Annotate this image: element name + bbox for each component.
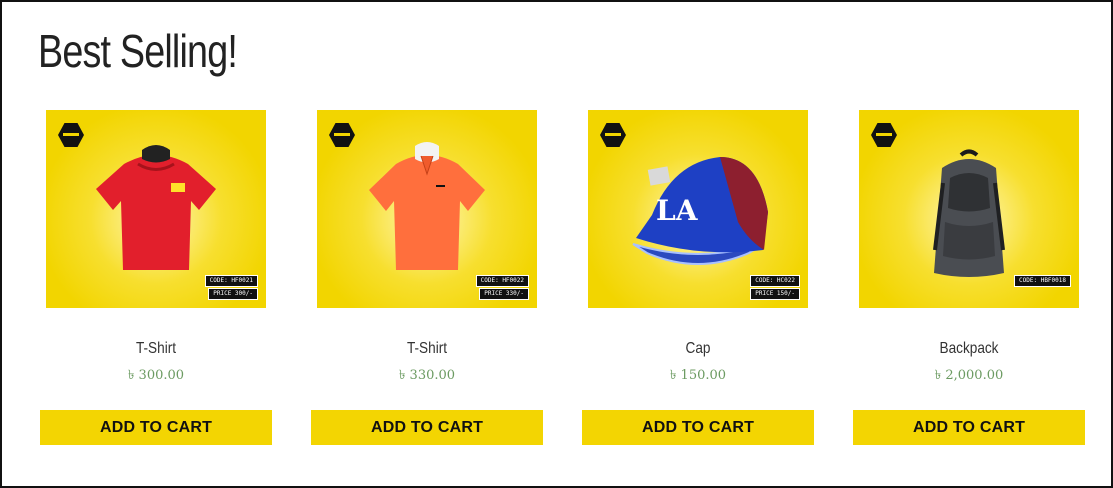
product-image[interactable]: CODE: HF0022 PRICE 330/- [317,110,537,308]
add-to-cart-button[interactable]: ADD TO CART [853,410,1085,445]
product-image[interactable]: CODE: HF0021 PRICE 300/- [46,110,266,308]
price-tag: PRICE 150/- [750,288,800,300]
product-code-tag: CODE: HC022 [750,275,800,287]
product-name[interactable]: T-Shirt [57,340,254,358]
product-name[interactable]: T-Shirt [328,340,525,358]
product-price: ৳ 300.00 [127,368,185,383]
product-code-tag: CODE: HBF0018 [1014,275,1071,287]
add-to-cart-button[interactable]: ADD TO CART [582,410,814,445]
section-title: Best Selling! [38,25,238,77]
product-name[interactable]: Cap [599,340,796,358]
product-card: CODE: HF0021 PRICE 300/- T-Shirt ৳ 300.0… [40,110,272,445]
add-to-cart-button[interactable]: ADD TO CART [311,410,543,445]
price-tag: PRICE 330/- [479,288,529,300]
product-image[interactable]: CODE: HBF0018 [859,110,1079,308]
add-to-cart-button[interactable]: ADD TO CART [40,410,272,445]
product-code-tag: CODE: HF0021 [204,275,258,287]
best-selling-section: Best Selling! CODE: HF0021 PRICE 300/- T… [0,0,1113,488]
product-card: CODE: HF0022 PRICE 330/- T-Shirt ৳ 330.0… [311,110,543,445]
product-price: ৳ 330.00 [398,368,456,383]
product-card: LA CODE: HC022 PRICE 150/- Cap ৳ 150.00 … [582,110,814,445]
product-price: ৳ 2,000.00 [934,368,1004,383]
product-code-tag: CODE: HF0022 [475,275,529,287]
svg-text:LA: LA [656,194,699,227]
product-card: CODE: HBF0018 Backpack ৳ 2,000.00 ADD TO… [853,110,1085,445]
product-image[interactable]: LA CODE: HC022 PRICE 150/- [588,110,808,308]
product-price: ৳ 150.00 [669,368,727,383]
price-tag: PRICE 300/- [208,288,258,300]
product-name[interactable]: Backpack [870,340,1067,358]
